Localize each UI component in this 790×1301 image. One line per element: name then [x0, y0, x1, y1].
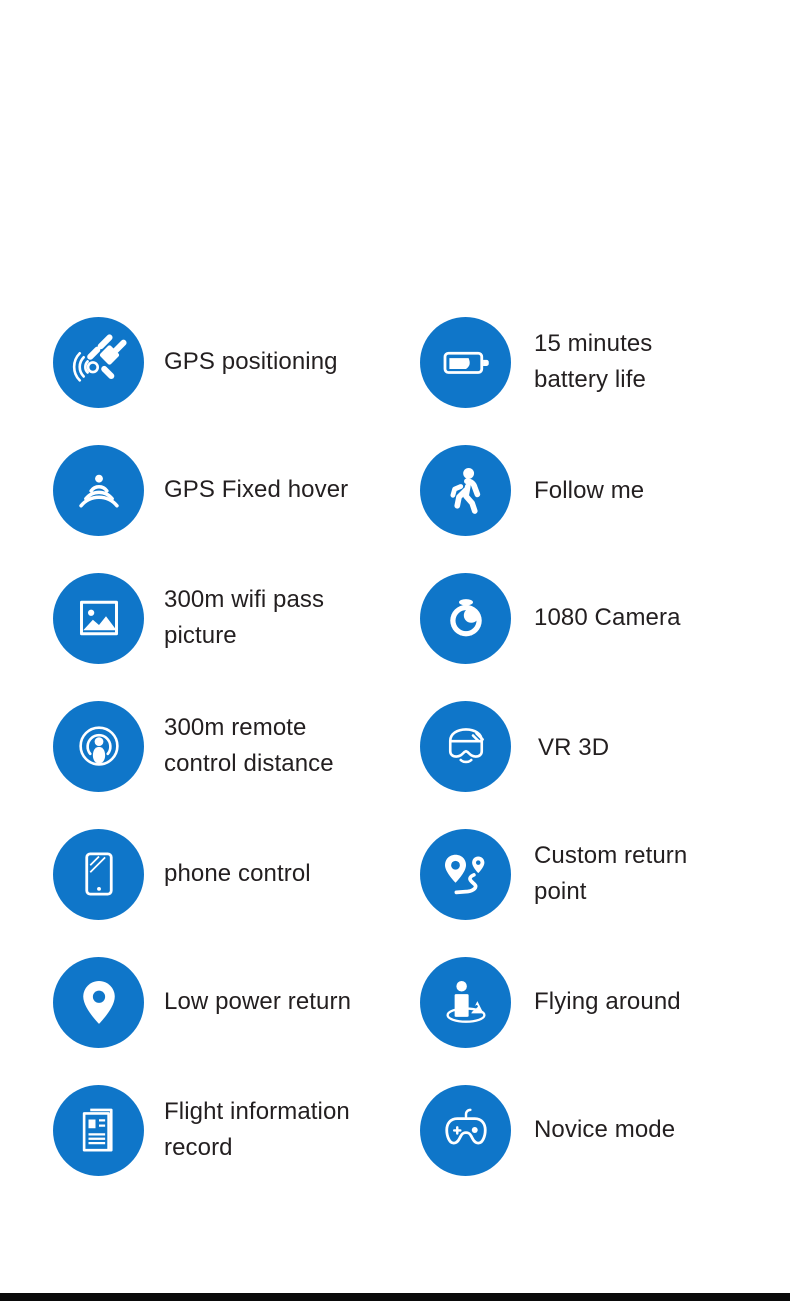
feature-label: Low power return	[164, 988, 352, 1015]
feature-item-remote-control-distance[interactable]: 300m remote control distance	[0, 682, 365, 810]
battery-icon	[420, 316, 511, 408]
feature-label: 300m remote control distance	[164, 714, 334, 777]
feature-label: 1080 Camera	[534, 604, 681, 631]
feature-label: GPS positioning	[164, 348, 338, 375]
feature-label: Flying around	[534, 988, 681, 1015]
feature-grid: GPS positioning 15 minutes battery life …	[0, 298, 790, 1194]
feature-item-flying-around[interactable]: Flying around	[365, 938, 730, 1066]
feature-label: 15 minutes battery life	[534, 330, 653, 393]
feature-item-camera[interactable]: 1080 Camera	[365, 554, 730, 682]
feature-label: GPS Fixed hover	[164, 476, 349, 503]
gps-hover-signal-icon	[53, 444, 144, 536]
feature-item-vr-3d[interactable]: VR 3D	[365, 682, 730, 810]
orbit-person-icon	[420, 956, 511, 1048]
feature-label: Follow me	[534, 477, 645, 504]
feature-item-battery-life[interactable]: 15 minutes battery life	[365, 298, 730, 426]
camera-lens-icon	[420, 572, 511, 664]
feature-label: VR 3D	[538, 734, 610, 761]
picture-image-icon	[53, 572, 144, 664]
feature-label: Novice mode	[534, 1116, 676, 1143]
feature-item-low-power-return[interactable]: Low power return	[0, 938, 365, 1066]
smartphone-icon	[53, 828, 144, 920]
remote-signal-icon	[53, 700, 144, 792]
feature-item-phone-control[interactable]: phone control	[0, 810, 365, 938]
map-pins-route-icon	[420, 828, 511, 920]
feature-label: 300m wifi pass picture	[164, 586, 325, 649]
feature-label: phone control	[164, 860, 311, 887]
feature-item-custom-return-point[interactable]: Custom return point	[365, 810, 730, 938]
feature-item-gps-positioning[interactable]: GPS positioning	[0, 298, 365, 426]
bottom-black-bar	[0, 1293, 790, 1301]
feature-label: Flight information record	[164, 1098, 350, 1161]
gamepad-icon	[420, 1084, 511, 1176]
feature-item-gps-fixed-hover[interactable]: GPS Fixed hover	[0, 426, 365, 554]
document-record-icon	[53, 1084, 144, 1176]
feature-label: Custom return point	[534, 842, 688, 905]
feature-item-flight-information-record[interactable]: Flight information record	[0, 1066, 365, 1194]
feature-item-follow-me[interactable]: Follow me	[365, 426, 730, 554]
feature-item-wifi-pass-picture[interactable]: 300m wifi pass picture	[0, 554, 365, 682]
feature-item-novice-mode[interactable]: Novice mode	[365, 1066, 730, 1194]
walking-person-icon	[420, 444, 511, 536]
location-pin-icon	[53, 956, 144, 1048]
satellite-gps-icon	[53, 316, 144, 408]
vr-headset-icon	[420, 700, 511, 792]
